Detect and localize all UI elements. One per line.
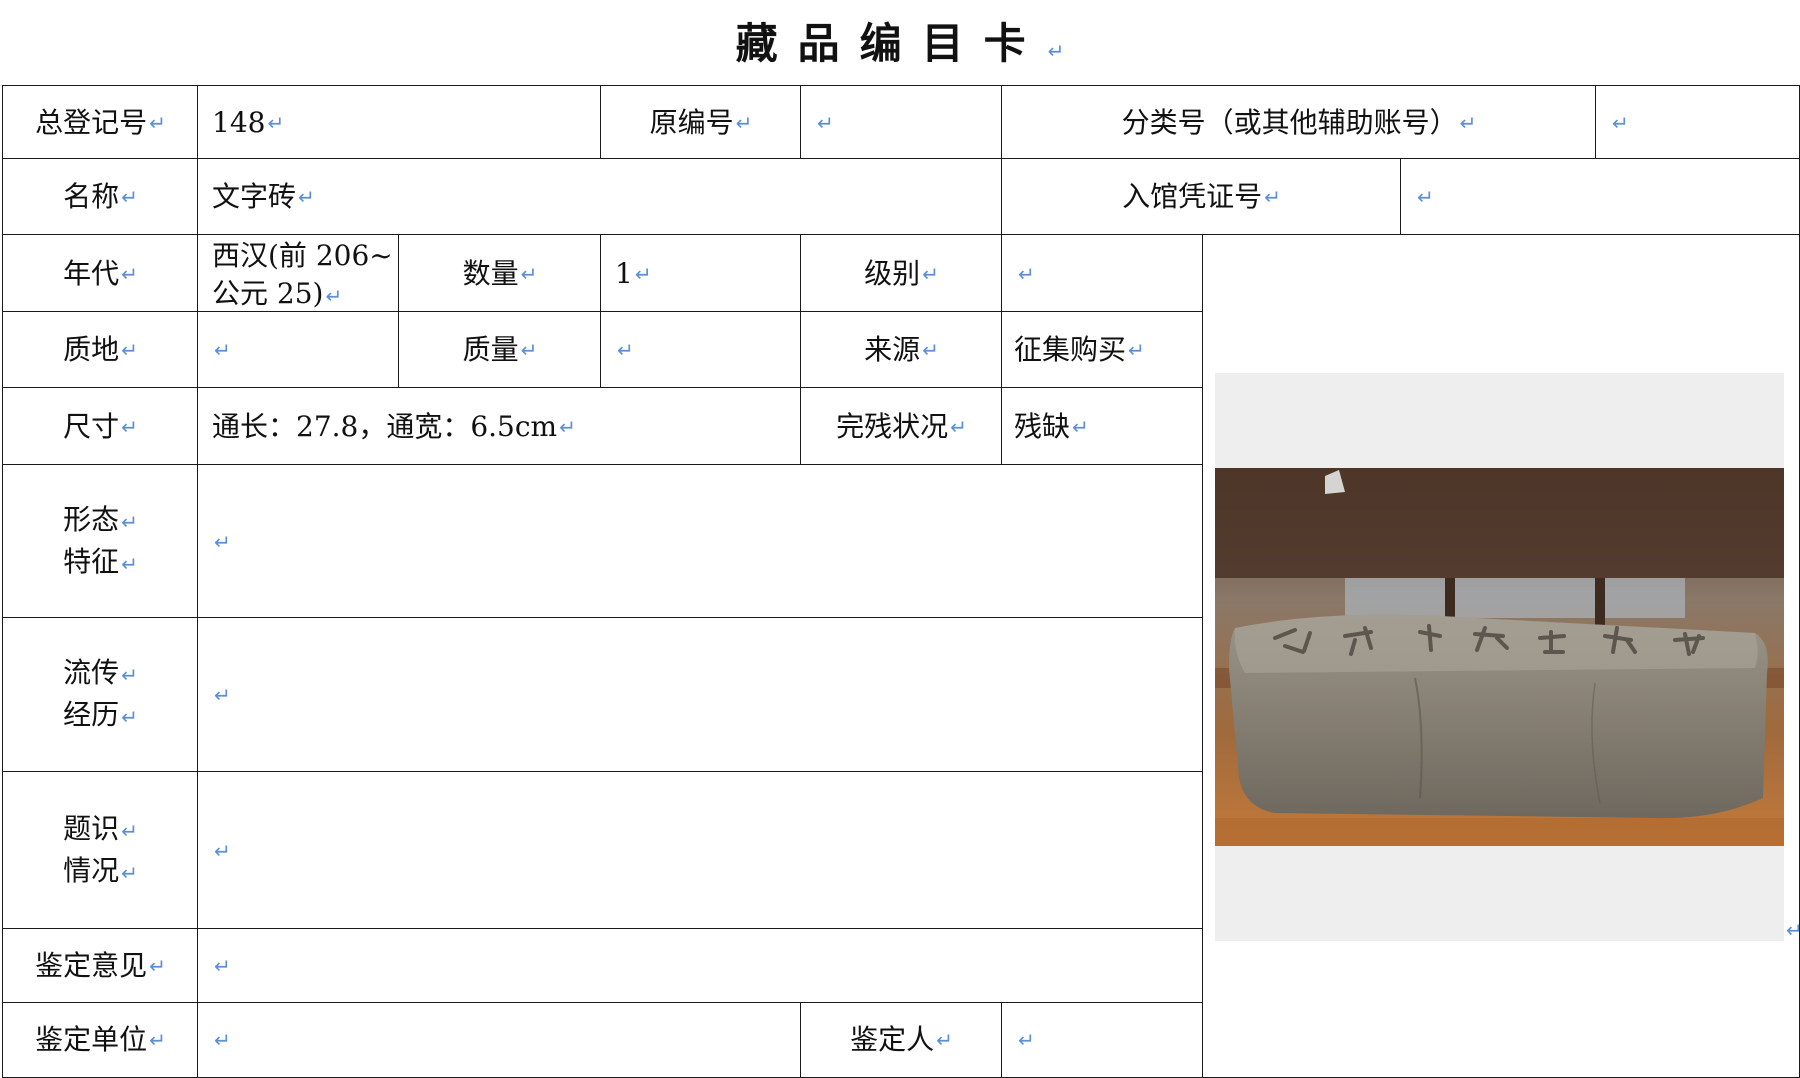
features-label-cell: 形态 ↵ 特征 ↵ <box>2 464 199 619</box>
condition-value-cell[interactable]: 残缺 ↵ <box>1001 387 1203 466</box>
features-value-cell[interactable]: ↵ <box>197 464 1203 619</box>
voucher-label-cell: 入馆凭证号 ↵ <box>1001 158 1402 236</box>
source-value-cell[interactable]: 征集购买 ↵ <box>1001 311 1203 389</box>
grade-value-cell[interactable]: ↵ <box>1001 234 1203 313</box>
era-value-cell[interactable]: 西汉(前 206~ 公元 25) ↵ <box>197 234 400 313</box>
provenance-value-cell[interactable]: ↵ <box>197 617 1203 773</box>
appraisal-opinion-value-cell[interactable]: ↵ <box>197 928 1203 1004</box>
reg-no-value-cell[interactable]: 148 ↵ <box>197 85 602 160</box>
provenance-label-cell: 流传 ↵ 经历 ↵ <box>2 617 199 773</box>
weight-value-cell[interactable]: ↵ <box>600 311 802 389</box>
name-label-cell: 名称 ↵ <box>2 158 199 236</box>
material-label-cell: 质地 ↵ <box>2 311 199 389</box>
brick-photo-icon <box>1215 468 1784 846</box>
voucher-value-cell[interactable]: ↵ <box>1400 158 1800 236</box>
size-label-cell: 尺寸 ↵ <box>2 387 199 466</box>
appraiser-label-cell: 鉴定人 ↵ <box>800 1002 1003 1078</box>
orig-no-label-cell: 原编号 ↵ <box>600 85 802 160</box>
appraisal-unit-value-cell[interactable]: ↵ <box>197 1002 802 1078</box>
appraisal-opinion-label-cell: 鉴定意见 ↵ <box>2 928 199 1004</box>
card-title: 藏品编目卡 ↵ <box>735 19 1065 68</box>
orig-no-value-cell[interactable]: ↵ <box>800 85 1003 160</box>
class-no-value-cell[interactable]: ↵ <box>1595 85 1800 160</box>
name-value-cell[interactable]: 文字砖 ↵ <box>197 158 1003 236</box>
quantity-value-cell[interactable]: 1 ↵ <box>600 234 802 313</box>
inscription-label-cell: 题识 ↵ 情况 ↵ <box>2 771 199 930</box>
weight-label-cell: 质量 ↵ <box>398 311 602 389</box>
grade-label-cell: 级别 ↵ <box>800 234 1003 313</box>
appraisal-unit-label-cell: 鉴定单位 ↵ <box>2 1002 199 1078</box>
paragraph-mark: ↵ <box>1786 918 1800 942</box>
photo-frame <box>1215 373 1784 941</box>
condition-label-cell: 完残状况 ↵ <box>800 387 1003 466</box>
reg-no-label-cell: 总登记号 ↵ <box>2 85 199 160</box>
era-label-cell: 年代 ↵ <box>2 234 199 313</box>
appraiser-value-cell[interactable]: ↵ <box>1001 1002 1203 1078</box>
inscription-value-cell[interactable]: ↵ <box>197 771 1203 930</box>
material-value-cell[interactable]: ↵ <box>197 311 400 389</box>
class-no-label-cell: 分类号（或其他辅助账号） ↵ <box>1001 85 1597 160</box>
source-label-cell: 来源 ↵ <box>800 311 1003 389</box>
size-value-cell[interactable]: 通长：27.8，通宽：6.5cm ↵ <box>197 387 802 466</box>
quantity-label-cell: 数量 ↵ <box>398 234 602 313</box>
